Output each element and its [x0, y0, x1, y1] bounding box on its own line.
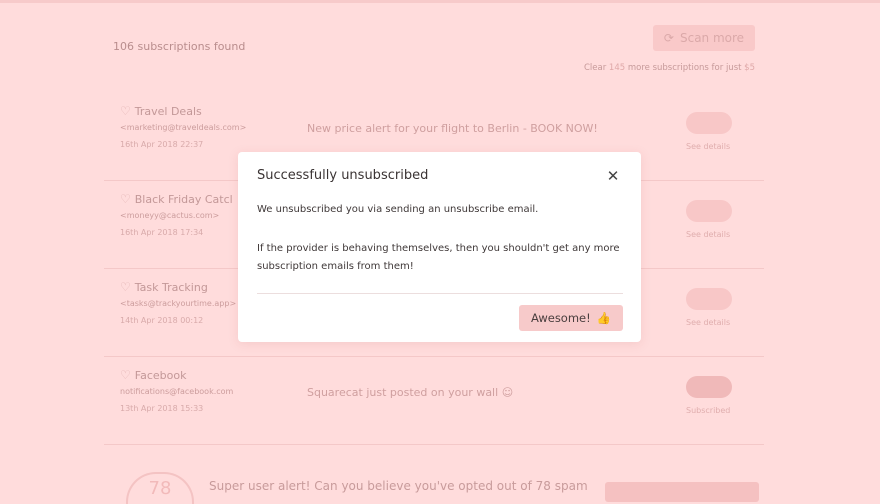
sender-name: Travel Deals: [134, 104, 202, 118]
scan-more-button[interactable]: ⟳ Scan more: [653, 25, 755, 51]
thumbs-up-icon: 👍: [596, 311, 612, 325]
see-details-link[interactable]: See details: [686, 142, 730, 151]
subject-text: Squarecat just posted on your wall: [307, 386, 499, 399]
clear-more-offer[interactable]: Clear 145 more subscriptions for just $5: [584, 63, 755, 73]
received-date: 16th Apr 2018 22:37: [120, 140, 204, 149]
super-user-alert: Super user alert! Can you believe you've…: [209, 479, 588, 493]
modal-title: Successfully unsubscribed: [257, 168, 429, 183]
received-date: 13th Apr 2018 15:33: [120, 404, 204, 413]
modal-divider: [257, 293, 623, 294]
clear-price: $5: [744, 63, 755, 73]
unsubscribe-toggle[interactable]: [686, 288, 732, 310]
subscription-row: ♡ Facebook notifications@facebook.com 13t…: [104, 356, 764, 445]
heart-eyes-icon: ☺: [501, 386, 514, 399]
heart-icon[interactable]: ♡: [120, 280, 131, 294]
heart-icon[interactable]: ♡: [120, 104, 131, 118]
sender-email: <marketing@traveldeals.com>: [120, 123, 247, 132]
refresh-icon: ⟳: [663, 31, 674, 45]
email-subject: Squarecat just posted on your wall ☺: [307, 386, 513, 399]
clear-prefix: Clear: [583, 63, 607, 73]
subscription-count: 106 subscriptions found: [113, 40, 246, 53]
opt-out-count-gauge: 78: [126, 472, 194, 504]
modal-message-secondary: If the provider is behaving themselves, …: [257, 243, 620, 272]
clear-count: 145: [608, 63, 626, 73]
subscription-status: Subscribed: [686, 406, 731, 415]
sender-name: Task Tracking: [134, 280, 208, 294]
sender-email: <tasks@trackyourtime.app>: [120, 299, 237, 308]
awesome-button-label: Awesome!: [530, 311, 591, 325]
promo-button[interactable]: [605, 482, 759, 502]
received-date: 14th Apr 2018 00:12: [120, 316, 204, 325]
close-icon[interactable]: ✕: [604, 167, 622, 185]
unsubscribe-toggle[interactable]: [686, 376, 732, 398]
unsubscribed-modal: Successfully unsubscribed ✕ We unsubscri…: [238, 152, 641, 342]
received-date: 16th Apr 2018 17:34: [120, 228, 204, 237]
heart-icon[interactable]: ♡: [120, 368, 131, 382]
sender-name: Black Friday Catcl: [134, 192, 233, 206]
email-subject: New price alert for your flight to Berli…: [307, 122, 598, 135]
scan-more-label: Scan more: [679, 31, 745, 45]
clear-middle: more subscriptions for just: [627, 63, 742, 73]
unsubscribe-toggle[interactable]: [686, 200, 732, 222]
sender-email: <moneyy@cactus.com>: [120, 211, 220, 220]
see-details-link[interactable]: See details: [686, 230, 730, 239]
unsubscribe-toggle[interactable]: [686, 112, 732, 134]
top-bar: [0, 0, 880, 3]
sender-email: notifications@facebook.com: [120, 387, 234, 396]
sender-name: Facebook: [134, 368, 187, 382]
awesome-button[interactable]: Awesome! 👍: [519, 305, 623, 331]
heart-icon[interactable]: ♡: [120, 192, 131, 206]
modal-message-primary: We unsubscribed you via sending an unsub…: [257, 204, 539, 215]
see-details-link[interactable]: See details: [686, 318, 730, 327]
